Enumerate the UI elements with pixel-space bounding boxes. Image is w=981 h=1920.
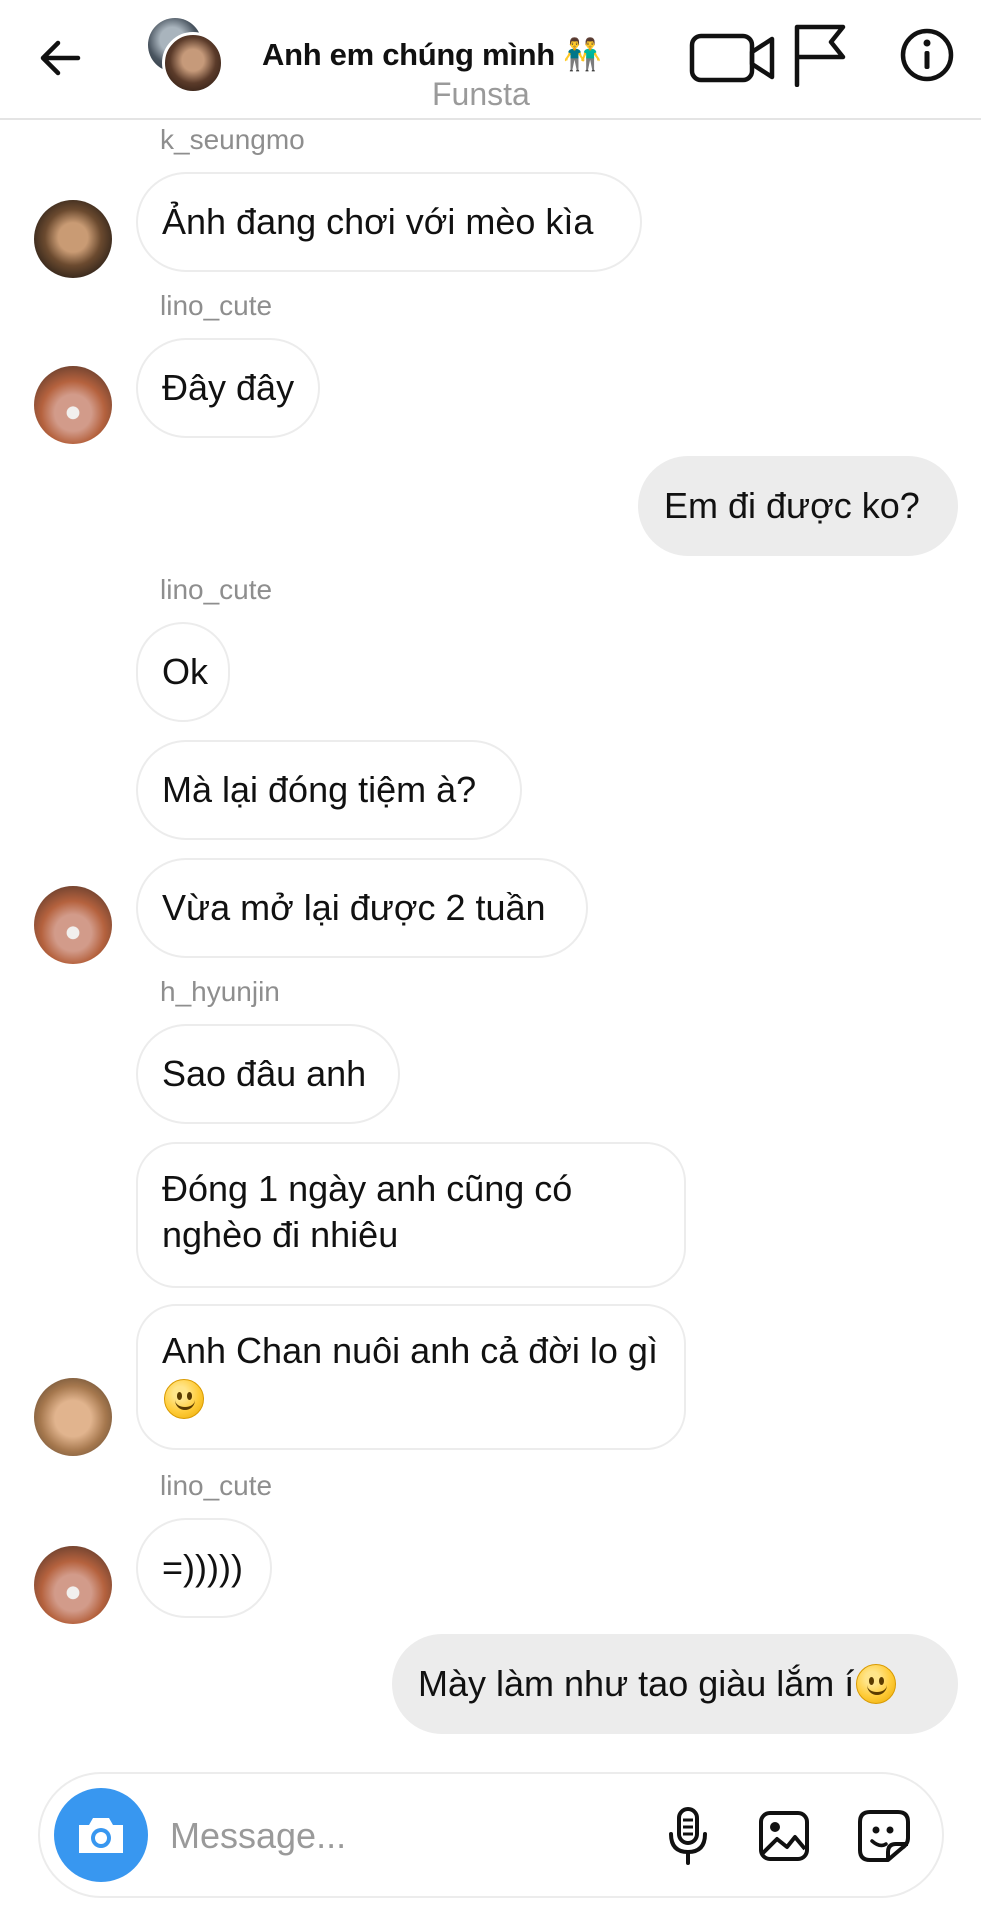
camera-icon bbox=[79, 1818, 123, 1853]
avatar[interactable] bbox=[34, 886, 112, 964]
dm-thread-screen: Anh em chúng mình 👬 Funsta k_seungmo Ảnh… bbox=[0, 0, 981, 1920]
avatar[interactable] bbox=[34, 1546, 112, 1624]
arrow-left-icon bbox=[40, 40, 81, 76]
message-thread[interactable]: k_seungmo Ảnh đang chơi với mèo kìa lino… bbox=[0, 120, 981, 1760]
avatar[interactable] bbox=[34, 1378, 112, 1456]
sender-name: h_hyunjin bbox=[160, 976, 280, 1007]
avatar[interactable] bbox=[34, 366, 112, 444]
message-text: Vừa mở lại được 2 tuần bbox=[162, 887, 546, 928]
outgoing-message-bubble[interactable]: Mày làm như tao giàu lắm í bbox=[392, 1634, 958, 1734]
flag-icon bbox=[794, 24, 846, 87]
chat-title-area[interactable]: Anh em chúng mình 👬 Funsta bbox=[262, 36, 622, 112]
incoming-message-bubble[interactable]: Mà lại đóng tiệm à? bbox=[136, 740, 522, 840]
video-call-button[interactable] bbox=[686, 24, 786, 92]
video-camera-icon bbox=[689, 33, 775, 83]
message-text: Ok bbox=[162, 651, 209, 692]
incoming-message-bubble[interactable]: Sao đâu anh bbox=[136, 1024, 400, 1124]
group-avatar-member-2 bbox=[162, 32, 224, 94]
incoming-message-bubble[interactable]: Đóng 1 ngày anh cũng có nghèo đi nhiêu bbox=[136, 1142, 686, 1288]
voice-message-button[interactable] bbox=[656, 1804, 720, 1868]
image-gallery-icon bbox=[759, 1811, 809, 1861]
chat-title: Anh em chúng mình 👬 bbox=[262, 37, 602, 72]
outgoing-message-bubble[interactable]: Em đi được ko? bbox=[638, 456, 958, 556]
incoming-message-bubble[interactable]: Đây đây bbox=[136, 338, 320, 438]
slightly-smiling-face-emoji bbox=[856, 1664, 897, 1704]
camera-button[interactable] bbox=[54, 1788, 148, 1882]
message-input[interactable] bbox=[170, 1810, 630, 1862]
incoming-message-bubble[interactable]: Ảnh đang chơi với mèo kìa bbox=[136, 172, 642, 272]
message-text: Sao đâu anh bbox=[162, 1053, 367, 1094]
incoming-message-bubble[interactable]: Anh Chan nuôi anh cả đời lo gì bbox=[136, 1304, 686, 1450]
message-text: Em đi được ko? bbox=[664, 485, 920, 526]
sender-name: lino_cute bbox=[160, 1470, 273, 1501]
sticker-button[interactable] bbox=[852, 1804, 916, 1868]
avatar[interactable] bbox=[34, 200, 112, 278]
back-button[interactable] bbox=[28, 26, 92, 90]
info-icon bbox=[900, 28, 954, 82]
group-avatar[interactable] bbox=[148, 18, 228, 98]
message-text: Mà lại đóng tiệm à? bbox=[162, 769, 477, 810]
incoming-message-bubble[interactable]: Vừa mở lại được 2 tuần bbox=[136, 858, 588, 958]
message-text: Anh Chan nuôi anh cả đời lo gì bbox=[162, 1330, 658, 1371]
message-composer bbox=[38, 1772, 944, 1898]
message-text: Đóng 1 ngày anh cũng có nghèo đi nhiêu bbox=[162, 1168, 573, 1255]
message-text: Ảnh đang chơi với mèo kìa bbox=[162, 201, 594, 242]
sender-name: k_seungmo bbox=[160, 124, 305, 155]
report-button[interactable] bbox=[790, 22, 850, 88]
gallery-button[interactable] bbox=[752, 1804, 816, 1868]
sender-name: lino_cute bbox=[160, 574, 273, 605]
incoming-message-bubble[interactable]: =))))) bbox=[136, 1518, 272, 1618]
incoming-message-bubble[interactable]: Ok bbox=[136, 622, 230, 722]
message-text: Mày làm như tao giàu lắm í bbox=[418, 1663, 855, 1704]
slightly-smiling-face-emoji bbox=[164, 1379, 204, 1420]
sender-name: lino_cute bbox=[160, 290, 273, 321]
sticker-icon bbox=[858, 1810, 910, 1862]
message-text: Đây đây bbox=[162, 367, 295, 408]
chat-subtitle: Funsta bbox=[432, 76, 530, 112]
message-text-wrap: Anh Chan nuôi anh cả đời lo gì bbox=[162, 1328, 660, 1420]
message-text: =))))) bbox=[162, 1547, 243, 1588]
conversation-info-button[interactable] bbox=[896, 24, 958, 86]
chat-header: Anh em chúng mình 👬 Funsta bbox=[0, 0, 981, 120]
microphone-icon bbox=[669, 1807, 707, 1865]
